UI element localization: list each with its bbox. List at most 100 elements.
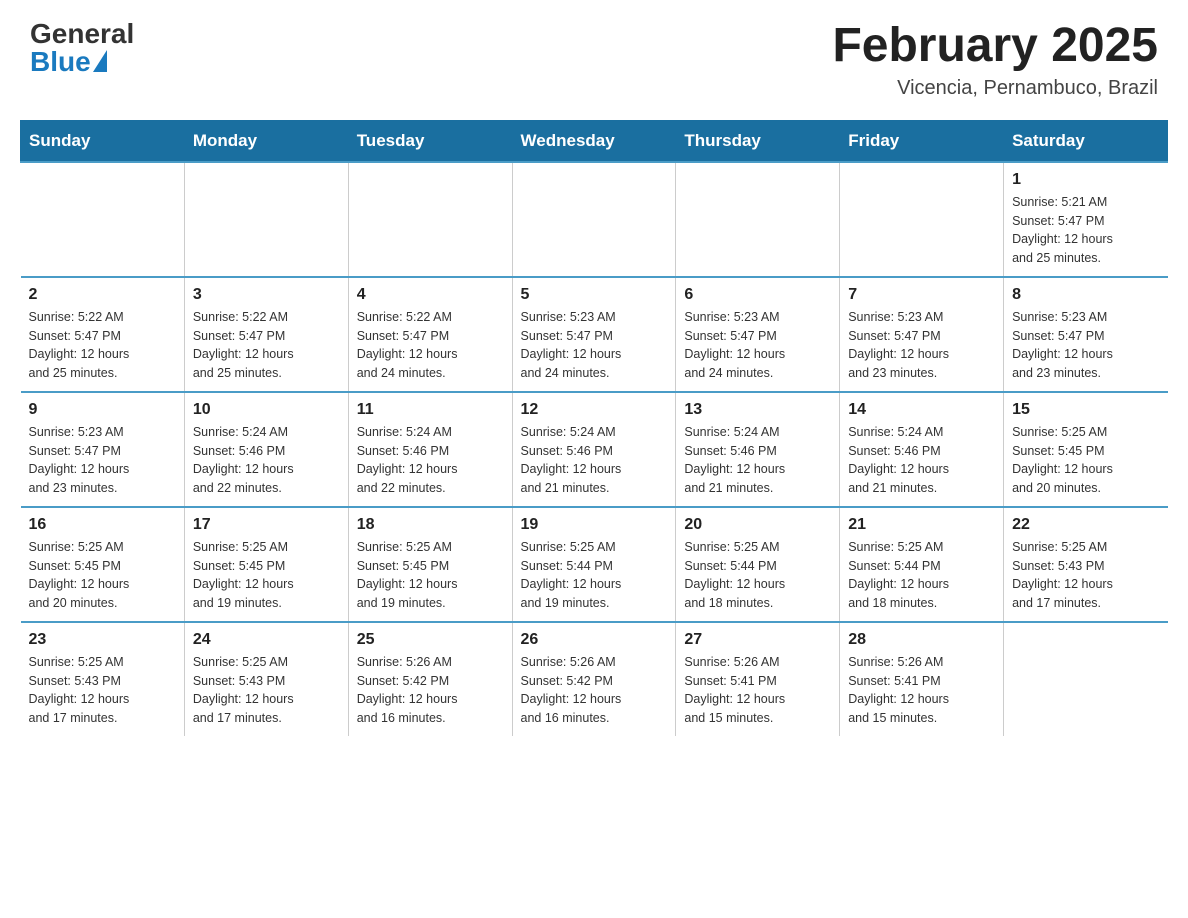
calendar-cell: 12 Sunrise: 5:24 AM Sunset: 5:46 PM Dayli… [512, 392, 676, 507]
day-number: 21 [848, 516, 995, 534]
calendar-cell: 27 Sunrise: 5:26 AM Sunset: 5:41 PM Dayli… [676, 622, 840, 736]
calendar-cell: 16 Sunrise: 5:25 AM Sunset: 5:45 PM Dayli… [21, 507, 185, 622]
day-number: 1 [1012, 171, 1159, 189]
day-number: 22 [1012, 516, 1159, 534]
header-tuesday: Tuesday [348, 120, 512, 162]
logo: General Blue [30, 20, 134, 76]
header-saturday: Saturday [1004, 120, 1168, 162]
calendar-cell [21, 162, 185, 277]
day-number: 4 [357, 286, 504, 304]
calendar-cell: 25 Sunrise: 5:26 AM Sunset: 5:42 PM Dayli… [348, 622, 512, 736]
calendar-cell: 7 Sunrise: 5:23 AM Sunset: 5:47 PM Daylig… [840, 277, 1004, 392]
calendar-cell: 4 Sunrise: 5:22 AM Sunset: 5:47 PM Daylig… [348, 277, 512, 392]
day-info: Sunrise: 5:24 AM Sunset: 5:46 PM Dayligh… [357, 423, 504, 498]
day-info: Sunrise: 5:21 AM Sunset: 5:47 PM Dayligh… [1012, 193, 1159, 268]
calendar-table: Sunday Monday Tuesday Wednesday Thursday… [20, 120, 1168, 736]
day-number: 19 [521, 516, 668, 534]
day-number: 3 [193, 286, 340, 304]
day-info: Sunrise: 5:23 AM Sunset: 5:47 PM Dayligh… [521, 308, 668, 383]
day-number: 7 [848, 286, 995, 304]
calendar-cell: 21 Sunrise: 5:25 AM Sunset: 5:44 PM Dayli… [840, 507, 1004, 622]
calendar-cell: 14 Sunrise: 5:24 AM Sunset: 5:46 PM Dayli… [840, 392, 1004, 507]
header-monday: Monday [184, 120, 348, 162]
day-number: 25 [357, 631, 504, 649]
calendar-week-row: 16 Sunrise: 5:25 AM Sunset: 5:45 PM Dayli… [21, 507, 1168, 622]
day-info: Sunrise: 5:23 AM Sunset: 5:47 PM Dayligh… [29, 423, 176, 498]
page-header: General Blue February 2025 Vicencia, Per… [0, 0, 1188, 110]
day-number: 12 [521, 401, 668, 419]
header-friday: Friday [840, 120, 1004, 162]
day-info: Sunrise: 5:26 AM Sunset: 5:41 PM Dayligh… [848, 653, 995, 728]
calendar-cell [512, 162, 676, 277]
day-number: 27 [684, 631, 831, 649]
calendar-header-row: Sunday Monday Tuesday Wednesday Thursday… [21, 120, 1168, 162]
calendar-cell [676, 162, 840, 277]
day-number: 20 [684, 516, 831, 534]
day-info: Sunrise: 5:25 AM Sunset: 5:43 PM Dayligh… [29, 653, 176, 728]
calendar-cell: 2Sunrise: 5:22 AM Sunset: 5:47 PM Daylig… [21, 277, 185, 392]
calendar-cell: 11Sunrise: 5:24 AM Sunset: 5:46 PM Dayli… [348, 392, 512, 507]
calendar-cell: 6Sunrise: 5:23 AM Sunset: 5:47 PM Daylig… [676, 277, 840, 392]
day-info: Sunrise: 5:25 AM Sunset: 5:45 PM Dayligh… [29, 538, 176, 613]
calendar-cell: 1 Sunrise: 5:21 AM Sunset: 5:47 PM Daylig… [1004, 162, 1168, 277]
calendar-cell: 3 Sunrise: 5:22 AM Sunset: 5:47 PM Daylig… [184, 277, 348, 392]
day-number: 5 [521, 286, 668, 304]
calendar-cell: 26 Sunrise: 5:26 AM Sunset: 5:42 PM Dayli… [512, 622, 676, 736]
calendar-cell: 23 Sunrise: 5:25 AM Sunset: 5:43 PM Dayli… [21, 622, 185, 736]
day-number: 24 [193, 631, 340, 649]
calendar-cell: 24Sunrise: 5:25 AM Sunset: 5:43 PM Dayli… [184, 622, 348, 736]
day-number: 9 [29, 401, 176, 419]
calendar-cell: 5 Sunrise: 5:23 AM Sunset: 5:47 PM Daylig… [512, 277, 676, 392]
calendar-week-row: 23 Sunrise: 5:25 AM Sunset: 5:43 PM Dayli… [21, 622, 1168, 736]
logo-general-text: General [30, 20, 134, 48]
day-info: Sunrise: 5:26 AM Sunset: 5:42 PM Dayligh… [521, 653, 668, 728]
day-number: 14 [848, 401, 995, 419]
header-sunday: Sunday [21, 120, 185, 162]
day-info: Sunrise: 5:22 AM Sunset: 5:47 PM Dayligh… [29, 308, 176, 383]
logo-triangle-icon [93, 50, 107, 72]
day-info: Sunrise: 5:25 AM Sunset: 5:45 PM Dayligh… [1012, 423, 1159, 498]
day-number: 17 [193, 516, 340, 534]
day-number: 16 [29, 516, 176, 534]
day-info: Sunrise: 5:23 AM Sunset: 5:47 PM Dayligh… [848, 308, 995, 383]
day-info: Sunrise: 5:24 AM Sunset: 5:46 PM Dayligh… [521, 423, 668, 498]
location: Vicencia, Pernambuco, Brazil [832, 77, 1158, 100]
calendar: Sunday Monday Tuesday Wednesday Thursday… [0, 110, 1188, 756]
day-info: Sunrise: 5:26 AM Sunset: 5:42 PM Dayligh… [357, 653, 504, 728]
month-title: February 2025 [832, 20, 1158, 73]
day-number: 6 [684, 286, 831, 304]
day-info: Sunrise: 5:25 AM Sunset: 5:45 PM Dayligh… [357, 538, 504, 613]
day-number: 13 [684, 401, 831, 419]
calendar-week-row: 1 Sunrise: 5:21 AM Sunset: 5:47 PM Daylig… [21, 162, 1168, 277]
day-info: Sunrise: 5:23 AM Sunset: 5:47 PM Dayligh… [1012, 308, 1159, 383]
calendar-week-row: 9 Sunrise: 5:23 AM Sunset: 5:47 PM Daylig… [21, 392, 1168, 507]
day-info: Sunrise: 5:26 AM Sunset: 5:41 PM Dayligh… [684, 653, 831, 728]
calendar-cell: 9 Sunrise: 5:23 AM Sunset: 5:47 PM Daylig… [21, 392, 185, 507]
day-info: Sunrise: 5:24 AM Sunset: 5:46 PM Dayligh… [848, 423, 995, 498]
calendar-cell: 8 Sunrise: 5:23 AM Sunset: 5:47 PM Daylig… [1004, 277, 1168, 392]
calendar-cell: 18Sunrise: 5:25 AM Sunset: 5:45 PM Dayli… [348, 507, 512, 622]
day-number: 23 [29, 631, 176, 649]
day-info: Sunrise: 5:25 AM Sunset: 5:44 PM Dayligh… [848, 538, 995, 613]
day-info: Sunrise: 5:24 AM Sunset: 5:46 PM Dayligh… [193, 423, 340, 498]
calendar-cell: 13 Sunrise: 5:24 AM Sunset: 5:46 PM Dayli… [676, 392, 840, 507]
day-info: Sunrise: 5:25 AM Sunset: 5:43 PM Dayligh… [1012, 538, 1159, 613]
calendar-cell [1004, 622, 1168, 736]
logo-blue-text: Blue [30, 48, 107, 76]
header-wednesday: Wednesday [512, 120, 676, 162]
day-info: Sunrise: 5:22 AM Sunset: 5:47 PM Dayligh… [357, 308, 504, 383]
day-info: Sunrise: 5:22 AM Sunset: 5:47 PM Dayligh… [193, 308, 340, 383]
header-thursday: Thursday [676, 120, 840, 162]
day-info: Sunrise: 5:25 AM Sunset: 5:44 PM Dayligh… [521, 538, 668, 613]
day-number: 8 [1012, 286, 1159, 304]
calendar-cell: 10Sunrise: 5:24 AM Sunset: 5:46 PM Dayli… [184, 392, 348, 507]
day-number: 26 [521, 631, 668, 649]
day-number: 15 [1012, 401, 1159, 419]
title-section: February 2025 Vicencia, Pernambuco, Braz… [832, 20, 1158, 100]
calendar-week-row: 2Sunrise: 5:22 AM Sunset: 5:47 PM Daylig… [21, 277, 1168, 392]
calendar-cell: 17Sunrise: 5:25 AM Sunset: 5:45 PM Dayli… [184, 507, 348, 622]
calendar-cell: 28Sunrise: 5:26 AM Sunset: 5:41 PM Dayli… [840, 622, 1004, 736]
calendar-cell: 22 Sunrise: 5:25 AM Sunset: 5:43 PM Dayli… [1004, 507, 1168, 622]
day-info: Sunrise: 5:25 AM Sunset: 5:44 PM Dayligh… [684, 538, 831, 613]
day-info: Sunrise: 5:24 AM Sunset: 5:46 PM Dayligh… [684, 423, 831, 498]
